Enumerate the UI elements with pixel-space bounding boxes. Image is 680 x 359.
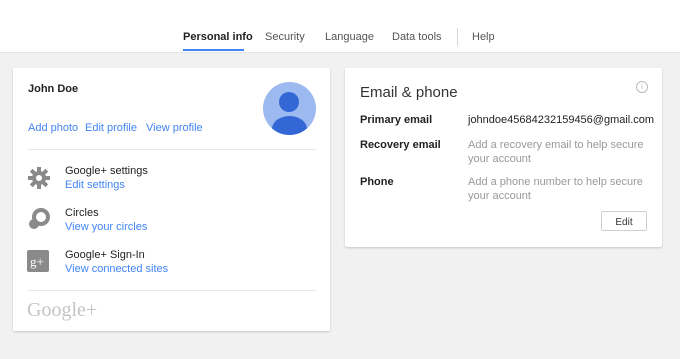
avatar-head (279, 92, 299, 112)
gear-icon (27, 166, 50, 189)
email-phone-card: Email & phone i Primary email johndoe456… (345, 68, 662, 247)
add-photo-link[interactable]: Add photo (28, 122, 78, 134)
primary-email-value: johndoe45684232159456@gmail.com (468, 114, 655, 126)
view-connected-sites-link[interactable]: View connected sites (65, 263, 168, 275)
view-profile-link[interactable]: View profile (146, 122, 203, 134)
tab-divider (457, 28, 458, 46)
primary-email-label: Primary email (360, 114, 433, 126)
svg-text:g+: g+ (30, 254, 44, 269)
tab-help[interactable]: Help (472, 31, 495, 43)
view-circles-link[interactable]: View your circles (65, 221, 147, 233)
active-tab-indicator (183, 49, 244, 51)
edit-button[interactable]: Edit (601, 211, 647, 231)
tab-data-tools[interactable]: Data tools (392, 31, 442, 43)
tab-language[interactable]: Language (325, 31, 374, 43)
email-phone-title: Email & phone (360, 84, 458, 101)
tab-personal-info[interactable]: Personal info (183, 31, 253, 43)
top-navigation: Personal info Security Language Data too… (0, 0, 680, 53)
profile-card: John Doe Add photo Edit profile View pro… (13, 68, 330, 331)
circles-icon (27, 207, 50, 229)
google-plus-signin-title: Google+ Sign-In (65, 249, 145, 261)
profile-name: John Doe (28, 83, 79, 95)
google-plus-logo: Google+ (27, 299, 98, 321)
person-avatar-icon[interactable] (263, 82, 316, 135)
profile-divider (28, 149, 316, 150)
edit-settings-link[interactable]: Edit settings (65, 179, 125, 191)
phone-hint: Add a phone number to help secure your a… (468, 176, 643, 202)
recovery-email-hint: Add a recovery email to help secure your… (468, 139, 644, 165)
edit-profile-link[interactable]: Edit profile (85, 122, 137, 134)
google-plus-icon: g+ (27, 250, 49, 272)
avatar-body (272, 116, 307, 135)
recovery-email-label: Recovery email (360, 139, 441, 151)
google-plus-settings-title: Google+ settings (65, 165, 148, 177)
circles-title: Circles (65, 207, 99, 219)
bottom-divider (28, 290, 316, 291)
tab-security[interactable]: Security (265, 31, 305, 43)
phone-label: Phone (360, 176, 394, 188)
info-icon[interactable]: i (636, 81, 648, 93)
